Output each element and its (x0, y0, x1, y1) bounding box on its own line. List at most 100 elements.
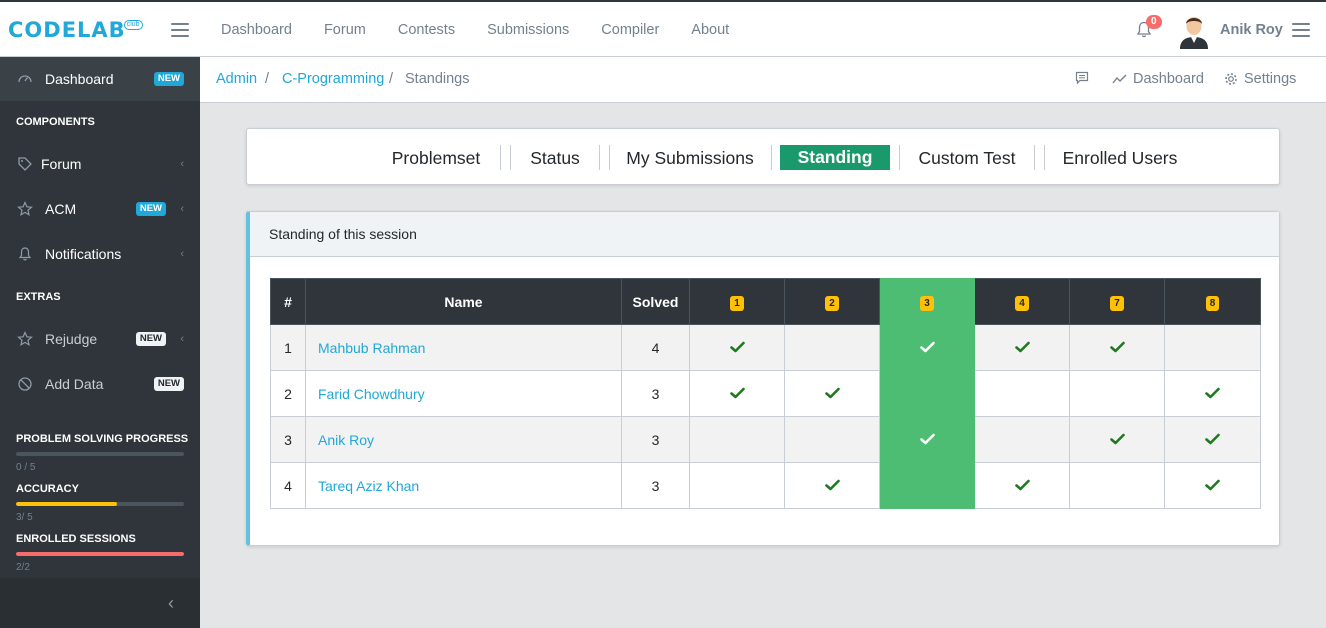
nav-compiler[interactable]: Compiler (601, 22, 659, 38)
user-name[interactable]: Anik Roy (1220, 22, 1283, 38)
progress-text-accuracy: 3/ 5 (16, 512, 33, 523)
progress-title-solving: PROBLEM SOLVING PROGRESS (16, 433, 189, 445)
sidebar-item-rejudge[interactable]: Rejudge NEW ‹ (0, 317, 200, 361)
cell-rank: 4 (270, 462, 306, 509)
tab-enrolled-users[interactable]: Enrolled Users (1054, 146, 1186, 170)
tab-my-submissions[interactable]: My Submissions (619, 146, 761, 170)
cell-user-name-link[interactable]: Anik Roy (305, 416, 622, 463)
check-icon (1014, 479, 1030, 490)
col-problem[interactable]: 3 (879, 278, 975, 325)
progress-fill (16, 502, 117, 506)
tab-problemset[interactable]: Problemset (381, 146, 491, 170)
avatar[interactable] (1178, 13, 1210, 49)
brand-logo[interactable]: CODELAB club (8, 18, 143, 42)
nav-dashboard[interactable]: Dashboard (221, 22, 292, 38)
problem-badge: 1 (730, 295, 744, 311)
cell-problem-status (1069, 416, 1165, 463)
cell-user-name-link[interactable]: Farid Chowdhury (305, 370, 622, 417)
sidebar-item-forum[interactable]: Forum ‹ (0, 142, 200, 186)
nav-contests[interactable]: Contests (398, 22, 455, 38)
sidebar-item-label: Notifications (45, 246, 122, 262)
cell-problem-status (879, 416, 975, 463)
nav-forum[interactable]: Forum (324, 22, 366, 38)
breadcrumb-course[interactable]: C-Programming (282, 71, 384, 87)
cell-rank: 2 (270, 370, 306, 417)
table-row: 3 Anik Roy 3 (270, 416, 1261, 463)
cell-problem-status (974, 462, 1070, 509)
cell-problem-status (784, 462, 880, 509)
check-icon (1205, 387, 1220, 398)
cell-solved: 3 (621, 370, 690, 417)
sidebar-item-add-data[interactable]: Add Data NEW (0, 362, 200, 406)
standings-card-header: Standing of this session (250, 212, 1279, 257)
cell-user-name-link[interactable]: Mahbub Rahman (305, 324, 622, 371)
cell-user-name-link[interactable]: Tareq Aziz Khan (305, 462, 622, 509)
sidebar-item-notifications[interactable]: Notifications ‹ (0, 232, 200, 276)
cell-problem-status (879, 462, 975, 509)
col-problem[interactable]: 7 (1069, 278, 1165, 325)
tab-divider (500, 145, 501, 170)
col-rank: # (270, 278, 306, 325)
progress-title-accuracy: ACCURACY (16, 483, 79, 495)
progress-bar-accuracy (16, 502, 184, 506)
speech-icon (1075, 71, 1089, 85)
col-solved: Solved (621, 278, 690, 325)
nav-submissions[interactable]: Submissions (487, 22, 569, 38)
check-icon (1205, 433, 1220, 444)
top-header: CODELAB club Dashboard Forum Contests Su… (0, 0, 1326, 57)
breadcrumb-dashboard-link[interactable]: Dashboard (1112, 71, 1204, 87)
logo-sub: club (123, 20, 143, 30)
tab-standing[interactable]: Standing (780, 145, 890, 170)
gear-icon (1225, 73, 1237, 85)
sidebar-item-dashboard[interactable]: Dashboard NEW (0, 57, 200, 101)
cell-solved: 3 (621, 416, 690, 463)
problem-badge: 3 (920, 295, 934, 311)
sidebar-item-acm[interactable]: ACM NEW ‹ (0, 187, 200, 231)
new-badge: NEW (135, 202, 166, 216)
aside-menu-icon[interactable] (1292, 23, 1310, 37)
cell-problem-status (1164, 462, 1261, 509)
cell-rank: 3 (270, 416, 306, 463)
chevron-left-icon: ‹ (168, 593, 174, 613)
cell-problem-status (689, 416, 785, 463)
standings-card: Standing of this session # Name Solved 1… (246, 211, 1280, 546)
nav-about[interactable]: About (691, 22, 729, 38)
chevron-left-icon: ‹ (180, 248, 184, 260)
breadcrumb-settings-link[interactable]: Settings (1224, 71, 1296, 87)
table-row: 2 Farid Chowdhury 3 (270, 370, 1261, 417)
breadcrumb-separator: / (389, 71, 394, 87)
tab-divider (771, 145, 772, 170)
sidebar-item-label: Forum (41, 156, 82, 172)
tab-divider (510, 145, 511, 170)
cell-problem-status (784, 324, 880, 371)
check-icon (1109, 341, 1125, 352)
col-problem[interactable]: 8 (1164, 278, 1261, 325)
progress-title-sessions: ENROLLED SESSIONS (16, 533, 136, 545)
breadcrumb-current: Standings (405, 71, 470, 87)
check-icon (1014, 341, 1030, 352)
cell-problem-status (784, 416, 880, 463)
col-problem[interactable]: 2 (784, 278, 880, 325)
sidebar-toggle-icon[interactable] (171, 23, 189, 37)
speech-icon-button[interactable] (1075, 71, 1095, 85)
cell-problem-status (1069, 324, 1165, 371)
sidebar-minimizer[interactable]: ‹ (0, 578, 200, 628)
cell-problem-status (689, 462, 785, 509)
cell-problem-status (1069, 370, 1165, 417)
breadcrumb: Admin / C-Programming / Standings Dashbo… (200, 57, 1326, 103)
tab-divider (899, 145, 900, 170)
progress-fill (16, 552, 184, 556)
col-problem[interactable]: 4 (974, 278, 1070, 325)
problem-badge: 7 (1110, 295, 1124, 311)
tab-custom-test[interactable]: Custom Test (909, 146, 1025, 170)
col-problem[interactable]: 1 (689, 278, 785, 325)
check-icon (919, 341, 935, 352)
breadcrumb-admin[interactable]: Admin (216, 71, 257, 87)
progress-bar-sessions (16, 552, 184, 556)
problem-badge: 2 (825, 295, 839, 311)
col-name: Name (305, 278, 622, 325)
standings-title: Standing of this session (269, 226, 417, 242)
check-icon (729, 341, 745, 352)
tab-status[interactable]: Status (520, 146, 590, 170)
progress-text-sessions: 2/2 (16, 562, 30, 573)
